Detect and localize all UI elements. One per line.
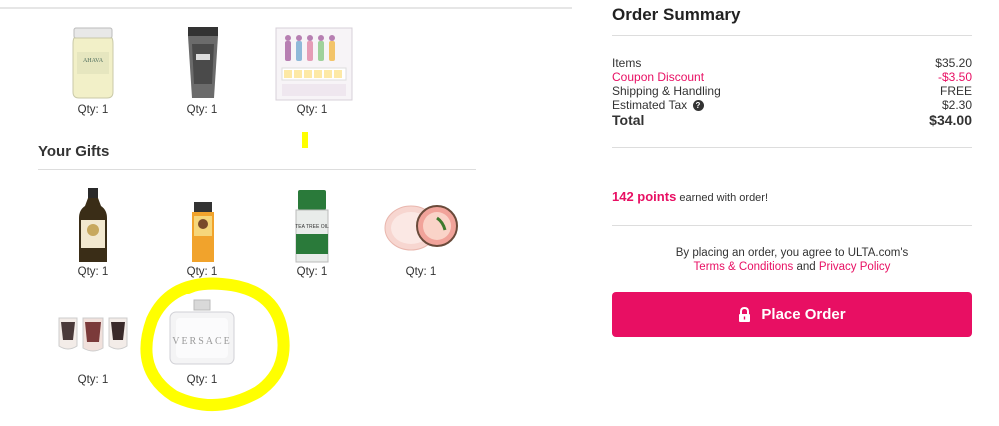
qty-label: Qty: 1 xyxy=(77,104,109,116)
svg-text:TEA TREE OIL: TEA TREE OIL xyxy=(295,224,329,230)
product-image xyxy=(375,186,467,266)
product-image xyxy=(47,186,139,266)
qty-label: Qty: 1 xyxy=(77,266,109,278)
gift-item[interactable]: Qty: 1 xyxy=(47,186,139,278)
coupon-value: -$3.50 xyxy=(937,70,972,84)
qty-label: Qty: 1 xyxy=(405,266,437,278)
tax-label: Estimated Tax xyxy=(612,98,688,112)
gift-item[interactable]: VERSACE Qty: 1 xyxy=(156,294,248,386)
agreement-sentence: By placing an order, you agree to ULTA.c… xyxy=(675,247,909,259)
gift-item[interactable]: Qty: 1 xyxy=(47,294,139,386)
points-value: 142 points xyxy=(612,189,677,204)
qty-label: Qty: 1 xyxy=(77,374,109,386)
product-image xyxy=(266,24,358,104)
order-summary-title: Order Summary xyxy=(612,5,741,24)
product-image: AHAVA xyxy=(47,24,139,104)
divider xyxy=(612,225,972,226)
product-image: TEA TREE OIL xyxy=(266,186,358,266)
qty-label: Qty: 1 xyxy=(186,266,218,278)
product-item[interactable]: Qty: 1 xyxy=(266,24,358,116)
points-earned: 142 points earned with order! xyxy=(612,189,768,204)
divider xyxy=(38,169,476,170)
coupon-label: Coupon Discount xyxy=(612,70,705,84)
svg-text:AHAVA: AHAVA xyxy=(83,58,104,64)
divider xyxy=(612,147,972,148)
points-text: earned with order! xyxy=(679,192,769,204)
shipping-value: FREE xyxy=(939,84,972,98)
items-value: $35.20 xyxy=(935,56,972,70)
agreement-text: By placing an order, you agree to ULTA.c… xyxy=(612,246,972,274)
product-image: VERSACE xyxy=(156,294,248,374)
shipping-row: Shipping & Handling FREE xyxy=(612,84,972,98)
tax-value: $2.30 xyxy=(941,98,972,112)
privacy-link[interactable]: Privacy Policy xyxy=(819,261,891,273)
help-icon[interactable]: ? xyxy=(692,100,704,111)
product-image xyxy=(47,294,139,374)
product-item[interactable]: AHAVA Qty: 1 xyxy=(47,24,139,116)
terms-link[interactable]: Terms & Conditions xyxy=(694,261,794,273)
shipping-label: Shipping & Handling xyxy=(612,84,721,98)
gift-item[interactable]: Qty: 1 xyxy=(375,186,467,278)
divider xyxy=(612,35,972,36)
divider xyxy=(0,7,572,9)
highlight-mark xyxy=(302,132,308,148)
qty-label: Qty: 1 xyxy=(296,104,328,116)
total-value: $34.00 xyxy=(929,112,972,128)
lock-icon xyxy=(739,307,751,322)
brand-logo: VERSACE xyxy=(172,336,232,347)
product-image xyxy=(156,186,248,266)
gift-item[interactable]: Qty: 1 xyxy=(156,186,248,278)
gift-item[interactable]: TEA TREE OIL Qty: 1 xyxy=(266,186,358,278)
coupon-row: Coupon Discount -$3.50 xyxy=(612,70,972,84)
total-row: Total $34.00 xyxy=(612,112,972,128)
items-label: Items xyxy=(612,56,642,70)
product-item[interactable]: Qty: 1 xyxy=(156,24,248,116)
place-order-button[interactable]: Place Order xyxy=(612,292,972,337)
product-image xyxy=(156,24,248,104)
section-title: Your Gifts xyxy=(38,143,110,160)
and-text: and xyxy=(796,261,816,273)
items-row: Items $35.20 xyxy=(612,56,972,70)
qty-label: Qty: 1 xyxy=(186,104,218,116)
qty-label: Qty: 1 xyxy=(186,374,218,386)
tax-row: Estimated Tax ? $2.30 xyxy=(612,98,972,112)
place-order-label: Place Order xyxy=(761,306,846,323)
qty-label: Qty: 1 xyxy=(296,266,328,278)
total-label: Total xyxy=(612,112,645,128)
